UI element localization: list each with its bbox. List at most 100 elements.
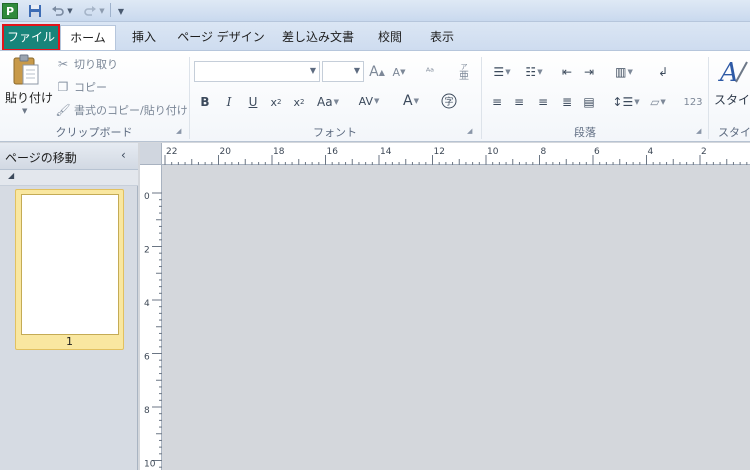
clear-formatting-icon[interactable]: ᴬᵃ xyxy=(420,63,440,81)
line-numbers-label: 123 xyxy=(683,96,703,108)
tab-insert[interactable]: 挿入 xyxy=(124,25,164,50)
document-canvas[interactable] xyxy=(163,166,750,470)
collapse-pane-icon[interactable]: ‹ xyxy=(121,148,126,162)
paragraph-group-label: 段落 xyxy=(574,126,596,139)
subscript-icon[interactable]: x2 xyxy=(268,93,284,111)
paragraph-dialog-launcher-icon[interactable]: ◢ xyxy=(696,127,704,135)
align-right-icon[interactable]: ≡ xyxy=(534,93,552,111)
styles-group-label: スタイル xyxy=(718,126,750,139)
justify-icon[interactable]: ≣ xyxy=(558,93,576,111)
page-thumbnail-number: 1 xyxy=(66,335,73,348)
paste-label: 貼り付け xyxy=(5,91,54,105)
italic-icon[interactable]: I xyxy=(222,93,236,111)
redo-dropdown-icon[interactable]: ▼ xyxy=(98,3,106,19)
scissors-icon: ✂ xyxy=(57,57,69,71)
distributed-icon[interactable]: ▤ xyxy=(580,93,598,111)
tab-file[interactable]: ファイル xyxy=(2,24,60,51)
tab-review[interactable]: 校閲 xyxy=(368,25,412,50)
paste-button[interactable]: 貼り付け xyxy=(5,89,53,106)
ruler-label: 4 xyxy=(144,299,150,309)
chevron-down-icon: ▼ xyxy=(353,66,360,75)
font-size-combo[interactable]: ▼ xyxy=(322,61,364,82)
increase-indent-icon[interactable]: ⇥ xyxy=(580,63,598,81)
format-painter-icon: 🖌 xyxy=(55,103,71,117)
format-painter-label: 書式のコピー/貼り付け xyxy=(74,104,188,117)
font-name-combo[interactable]: ▼ xyxy=(194,61,320,82)
change-case-icon[interactable]: Aa ▼ xyxy=(314,93,342,111)
grow-font-icon[interactable]: A ▲ xyxy=(368,63,386,81)
paste-dropdown-icon[interactable]: ▼ xyxy=(22,107,27,115)
superscript-icon[interactable]: x2 xyxy=(291,93,307,111)
character-spacing-icon[interactable]: AV ▼ xyxy=(354,91,384,111)
nav-section-header[interactable]: ◢ xyxy=(0,170,138,186)
publisher-app-icon[interactable]: P xyxy=(2,3,18,19)
ruler-label: 10 xyxy=(487,147,499,157)
undo-icon[interactable] xyxy=(50,3,66,19)
align-left-icon[interactable]: ≡ xyxy=(488,93,506,111)
ruler-label: 20 xyxy=(220,147,232,157)
ribbon: 貼り付け ▼ ✂ 切り取り ❐ コピー 🖌 書式のコピー/貼り付け クリップボー… xyxy=(0,50,750,142)
columns-icon[interactable]: ▥ ▼ xyxy=(610,63,638,81)
shrink-font-icon[interactable]: A ▼ xyxy=(390,63,408,81)
save-icon[interactable] xyxy=(28,3,42,19)
nav-pane-title: ページの移動 xyxy=(5,151,77,165)
format-painter-button[interactable]: 🖌 書式のコピー/貼り付け xyxy=(55,102,188,118)
ribbon-tab-row: ファイル ホーム 挿入 ページ デザイン 差し込み文書 校閲 表示 xyxy=(0,22,750,51)
paste-icon[interactable] xyxy=(10,54,42,86)
page-thumbnail-preview xyxy=(21,194,119,335)
enclosed-character-icon[interactable]: 字 xyxy=(440,91,458,111)
numbering-icon[interactable]: ☷ ▼ xyxy=(520,63,548,81)
ruler-label: 2 xyxy=(701,147,707,157)
group-separator xyxy=(708,57,709,139)
line-spacing-icon[interactable]: ↕☰ ▼ xyxy=(612,93,640,111)
underline-icon[interactable]: U xyxy=(246,93,260,111)
svg-text:字: 字 xyxy=(444,96,453,108)
tab-mailings[interactable]: 差し込み文書 xyxy=(276,25,360,50)
tab-home[interactable]: ホーム xyxy=(60,25,116,51)
copy-icon: ❐ xyxy=(57,80,69,94)
ruler-label: 18 xyxy=(273,147,285,157)
ruler-label: 10 xyxy=(144,460,156,470)
page-thumbnail[interactable]: 1 xyxy=(15,189,124,350)
bullets-icon[interactable]: ☰ ▼ xyxy=(488,63,516,81)
bold-icon[interactable]: B xyxy=(198,93,212,111)
section-toggle-icon[interactable]: ◢ xyxy=(8,171,14,180)
ruler-label: 2 xyxy=(144,246,150,256)
phonetic-guide-icon[interactable]: ア亜 xyxy=(454,61,474,83)
font-dialog-launcher-icon[interactable]: ◢ xyxy=(467,127,475,135)
line-numbers-icon[interactable]: 123 xyxy=(682,93,704,111)
undo-dropdown-icon[interactable]: ▼ xyxy=(66,3,74,19)
ruler-label: 16 xyxy=(327,147,339,157)
paragraph-mark-icon[interactable]: ↲ xyxy=(654,63,672,81)
styles-button[interactable]: スタイル xyxy=(714,91,750,108)
cut-label: 切り取り xyxy=(74,58,118,71)
horizontal-ruler[interactable]: 22 20 18 16 14 12 10 8 6 4 2 xyxy=(162,143,750,165)
tab-view[interactable]: 表示 xyxy=(420,25,464,50)
cut-button[interactable]: ✂ 切り取り xyxy=(55,56,118,72)
ruler-label: 4 xyxy=(648,147,654,157)
page-navigation-pane: ページの移動 ‹ ◢ 1 xyxy=(0,143,138,470)
ruler-label: 8 xyxy=(541,147,547,157)
clipboard-dialog-launcher-icon[interactable]: ◢ xyxy=(176,127,184,135)
ruler-label: 6 xyxy=(594,147,600,157)
styles-label: スタイル xyxy=(714,93,750,107)
customize-qat-icon[interactable]: ▼ xyxy=(116,3,126,19)
copy-label: コピー xyxy=(74,81,107,94)
decrease-indent-icon[interactable]: ⇤ xyxy=(558,63,576,81)
title-bar: P ▼ ▼ ▼ xyxy=(0,0,750,22)
ruler-label: 0 xyxy=(144,192,150,202)
shading-icon[interactable]: ▱ ▼ xyxy=(644,93,672,111)
ruler-label: 12 xyxy=(434,147,445,157)
qat-separator xyxy=(110,3,111,17)
font-color-icon[interactable]: A ▼ xyxy=(396,91,426,111)
styles-icon[interactable]: A xyxy=(718,55,748,87)
copy-button[interactable]: ❐ コピー xyxy=(55,79,107,95)
ruler-label: 14 xyxy=(380,147,392,157)
align-center-icon[interactable]: ≡ xyxy=(510,93,528,111)
ruler-corner xyxy=(140,143,162,165)
vertical-ruler[interactable]: 0 2 4 6 8 10 xyxy=(140,165,162,470)
clipboard-group-label: クリップボード xyxy=(55,126,133,139)
chevron-down-icon: ▼ xyxy=(309,66,316,75)
tab-page-design[interactable]: ページ デザイン xyxy=(174,25,268,50)
redo-icon[interactable] xyxy=(82,3,98,19)
